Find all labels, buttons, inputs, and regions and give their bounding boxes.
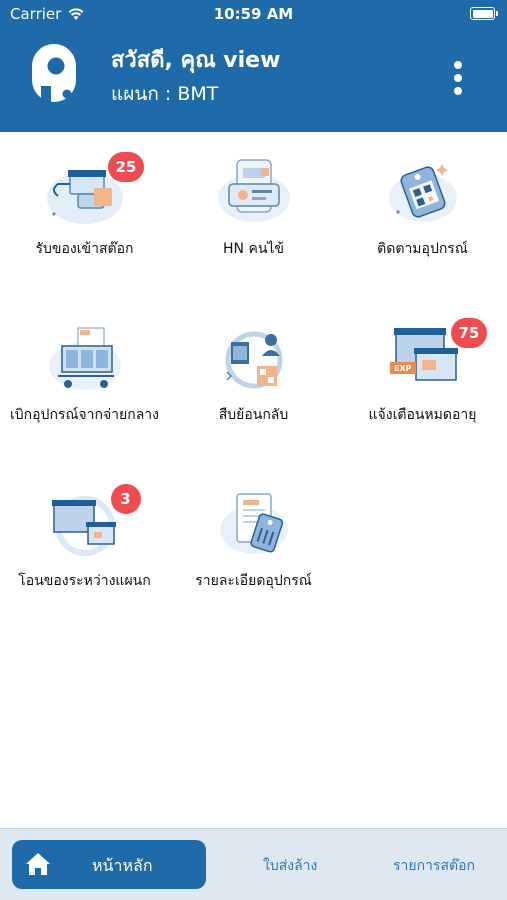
tab-home-label: หน้าหลัก [92, 856, 153, 875]
menu-tile-expiry-alert[interactable]: EXP 75 แจ้งเตือนหมดอายุ [338, 318, 507, 427]
bottom-tab-bar: หน้าหลัก ใบส่งล้าง รายการสต๊อก [0, 828, 507, 900]
department-text: แผนก : BMT [111, 83, 219, 105]
requisition-label: เบิกอุปกรณ์จากจ่ายกลาง [10, 407, 159, 423]
tab-wash-slip[interactable]: ใบส่งล้าง [263, 855, 317, 877]
battery-icon [470, 7, 498, 20]
expiry-alert-icon: EXP 75 [378, 318, 488, 396]
transfer-icon: 3 [40, 484, 141, 562]
equipment-detail-label: รายละเอียดอุปกรณ์ [195, 573, 312, 589]
greeting-text: สวัสดี, คุณ view [111, 48, 281, 73]
menu-tile-traceback[interactable]: สืบย้อนกลับ [169, 320, 338, 427]
menu-tile-equipment-detail[interactable]: รายละเอียดอุปกรณ์ [169, 486, 338, 593]
receive-stock-icon: 25 [40, 152, 145, 230]
tab-stock-list[interactable]: รายการสต๊อก [393, 855, 475, 877]
traceback-label: สืบย้อนกลับ [218, 407, 289, 423]
patient-hn-icon [209, 154, 299, 230]
track-equipment-icon [378, 154, 468, 230]
app-header: สวัสดี, คุณ view แผนก : BMT [0, 28, 507, 132]
home-icon [26, 853, 50, 875]
tab-home[interactable]: หน้าหลัก [12, 840, 206, 889]
menu-tile-receive-stock[interactable]: 25 รับของเข้าสต๊อก [0, 152, 169, 261]
menu-tile-transfer[interactable]: 3 โอนของระหว่างแผนก [0, 484, 169, 593]
more-options-button[interactable] [445, 58, 471, 98]
equipment-detail-icon [209, 486, 299, 562]
transfer-badge: 3 [110, 484, 141, 514]
menu-tile-requisition[interactable]: เบิกอุปกรณ์จากจ่ายกลาง [0, 320, 169, 427]
app-logo [32, 44, 76, 104]
receive-stock-label: รับของเข้าสต๊อก [35, 241, 134, 257]
traceback-icon [209, 320, 299, 396]
patient-hn-label: HN คนไข้ [223, 241, 284, 257]
transfer-label: โอนของระหว่างแผนก [18, 573, 151, 589]
status-time: 10:59 AM [213, 5, 294, 23]
menu-tile-track-equipment[interactable]: ติดตามอุปกรณ์ [338, 154, 507, 261]
dot-icon [454, 61, 462, 69]
status-bar: Carrier 10:59 AM [0, 0, 507, 28]
track-equipment-label: ติดตามอุปกรณ์ [377, 241, 468, 257]
svg-text:EXP: EXP [394, 364, 412, 373]
dot-icon [454, 87, 462, 95]
menu-grid: 25 รับของเข้าสต๊อก HN คนไข้ ติดตามอุปกรณ… [0, 132, 507, 828]
expiry-alert-badge: 75 [450, 318, 488, 348]
requisition-icon [40, 320, 130, 396]
menu-tile-patient-hn[interactable]: HN คนไข้ [169, 154, 338, 261]
dot-icon [454, 74, 462, 82]
receive-stock-badge: 25 [107, 152, 145, 182]
expiry-alert-label: แจ้งเตือนหมดอายุ [368, 407, 477, 423]
